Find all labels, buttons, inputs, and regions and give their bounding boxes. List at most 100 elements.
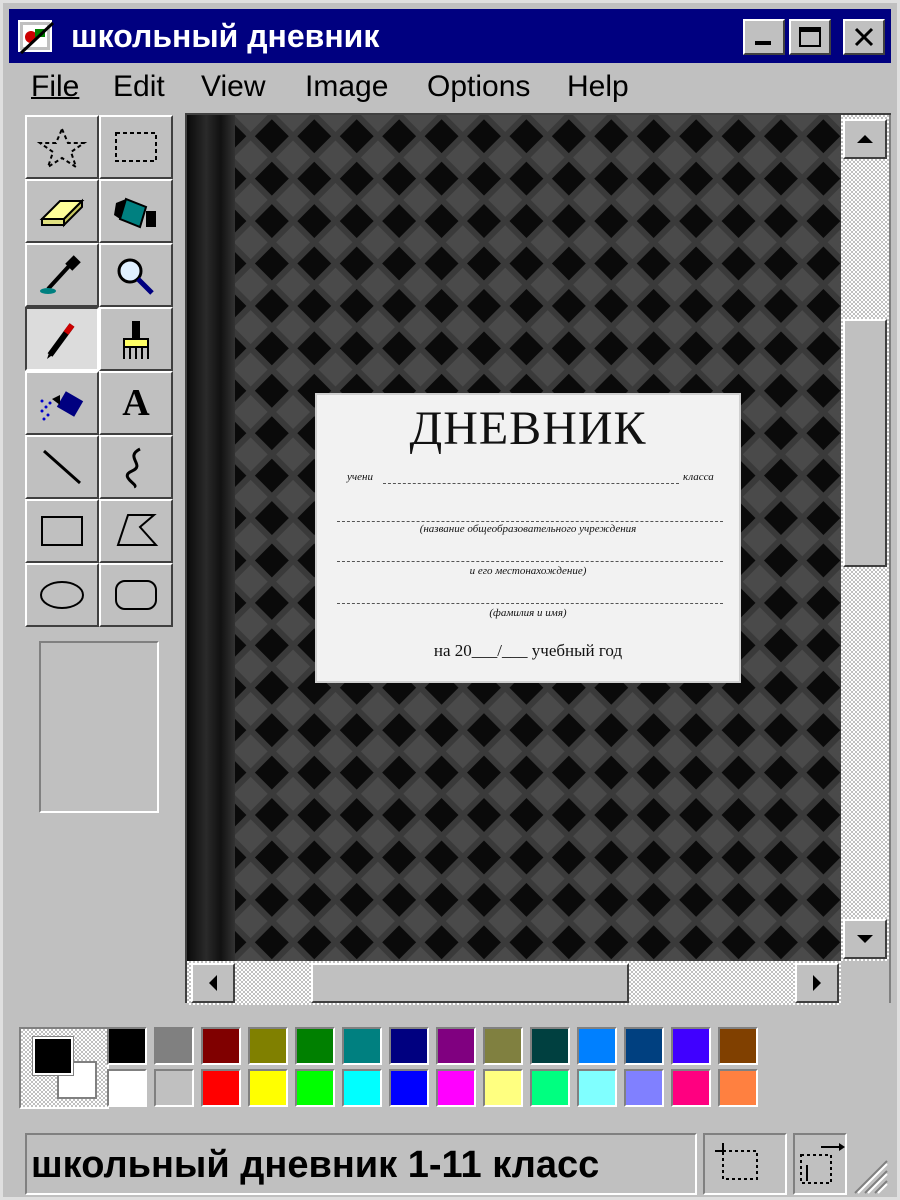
- color-swatch[interactable]: [436, 1027, 476, 1065]
- color-swatch[interactable]: [201, 1069, 241, 1107]
- tool-free-form-select[interactable]: [25, 115, 99, 179]
- line-icon: [43, 449, 81, 485]
- cursor-position-icon: [715, 1143, 758, 1180]
- color-swatch[interactable]: [201, 1027, 241, 1065]
- close-button[interactable]: [843, 19, 885, 55]
- color-swatch[interactable]: [342, 1069, 382, 1107]
- scroll-right-button[interactable]: [795, 963, 839, 1003]
- color-swatch[interactable]: [624, 1069, 664, 1107]
- free-form-select-icon: [36, 126, 88, 169]
- arrow-up-icon: [857, 135, 873, 143]
- color-swatch[interactable]: [718, 1027, 758, 1065]
- scroll-left-button[interactable]: [191, 963, 235, 1003]
- color-swatch[interactable]: [107, 1027, 147, 1065]
- color-swatch[interactable]: [295, 1027, 335, 1065]
- color-swatch[interactable]: [107, 1069, 147, 1107]
- color-swatch[interactable]: [530, 1027, 570, 1065]
- menu-edit[interactable]: Edit: [113, 69, 165, 105]
- color-swatch[interactable]: [483, 1027, 523, 1065]
- color-swatch[interactable]: [577, 1069, 617, 1107]
- tool-options-box[interactable]: [39, 641, 159, 813]
- arrow-left-icon: [209, 975, 217, 991]
- color-swatch[interactable]: [154, 1069, 194, 1107]
- text-icon: A: [122, 382, 150, 424]
- foreground-color[interactable]: [32, 1036, 74, 1076]
- tool-rectangle[interactable]: [25, 499, 99, 563]
- paint-window: школьный дневник File Edit View Image Op…: [0, 0, 900, 1200]
- vertical-scrollbar[interactable]: [841, 115, 889, 961]
- menu-image[interactable]: Image: [305, 69, 388, 105]
- window-title: школьный дневник: [71, 18, 380, 54]
- canvas-area: ДНЕВНИК учени класса (название общеобраз…: [185, 113, 891, 1005]
- curve-icon: [125, 447, 141, 489]
- status-bar: школьный дневник 1-11 класс: [9, 1133, 891, 1197]
- tool-eraser[interactable]: [25, 179, 99, 243]
- status-size-cell: [793, 1133, 847, 1195]
- eyedropper-icon: [40, 255, 81, 294]
- menu-image-label: Image: [305, 70, 389, 103]
- caption-name: (фамилия и имя): [489, 607, 567, 619]
- color-swatch[interactable]: [342, 1027, 382, 1065]
- pencil-icon: [47, 323, 75, 359]
- magnifier-icon: [117, 258, 154, 295]
- maximize-button[interactable]: [789, 19, 831, 55]
- menu-file[interactable]: File: [31, 69, 79, 105]
- color-swatch[interactable]: [671, 1027, 711, 1065]
- arrow-down-icon: [857, 935, 873, 943]
- tool-magnifier[interactable]: [99, 243, 173, 307]
- resize-grip-icon[interactable]: [849, 1155, 889, 1195]
- horizontal-scrollbar[interactable]: [187, 961, 841, 1005]
- tool-rect-select[interactable]: [99, 115, 173, 179]
- class-suffix: класса: [683, 471, 714, 483]
- color-swatch[interactable]: [154, 1027, 194, 1065]
- current-colors[interactable]: [19, 1027, 109, 1109]
- tool-curve[interactable]: [99, 435, 173, 499]
- tool-polygon[interactable]: [99, 499, 173, 563]
- tool-text[interactable]: A: [99, 371, 173, 435]
- tool-brush[interactable]: [99, 307, 173, 371]
- tool-eyedropper[interactable]: [25, 243, 99, 307]
- color-swatch[interactable]: [248, 1027, 288, 1065]
- color-swatch[interactable]: [624, 1027, 664, 1065]
- horizontal-scroll-thumb[interactable]: [311, 963, 629, 1003]
- color-swatch[interactable]: [577, 1027, 617, 1065]
- title-bar[interactable]: школьный дневник: [9, 9, 891, 63]
- color-swatch[interactable]: [248, 1069, 288, 1107]
- tool-pencil[interactable]: [25, 307, 99, 371]
- color-swatch[interactable]: [483, 1069, 523, 1107]
- color-swatch[interactable]: [436, 1069, 476, 1107]
- canvas-image[interactable]: ДНЕВНИК учени класса (название общеобраз…: [187, 115, 841, 961]
- color-swatch[interactable]: [718, 1069, 758, 1107]
- menu-help[interactable]: Help: [567, 69, 629, 105]
- rectangle-icon: [41, 516, 83, 546]
- status-text: школьный дневник 1-11 класс: [25, 1133, 697, 1195]
- menu-edit-label: Edit: [113, 70, 165, 103]
- tool-ellipse[interactable]: [25, 563, 99, 627]
- scroll-up-button[interactable]: [843, 119, 887, 159]
- menu-bar: File Edit View Image Options Help: [9, 65, 891, 111]
- tool-line[interactable]: [25, 435, 99, 499]
- color-swatch[interactable]: [389, 1027, 429, 1065]
- location-line: [337, 561, 723, 562]
- minimize-icon: [755, 41, 771, 45]
- minimize-button[interactable]: [743, 19, 785, 55]
- student-line: [383, 483, 679, 484]
- color-palette: [11, 1019, 891, 1113]
- color-swatch[interactable]: [389, 1069, 429, 1107]
- paint-app-icon: [18, 20, 55, 55]
- menu-view[interactable]: View: [201, 69, 265, 105]
- tool-fill[interactable]: [99, 179, 173, 243]
- vertical-scroll-thumb[interactable]: [843, 319, 887, 567]
- tool-airbrush[interactable]: [25, 371, 99, 435]
- student-prefix: учени: [347, 471, 373, 483]
- color-swatch[interactable]: [530, 1069, 570, 1107]
- polygon-icon: [116, 514, 159, 546]
- color-swatch[interactable]: [671, 1069, 711, 1107]
- menu-options[interactable]: Options: [427, 69, 530, 105]
- scroll-down-button[interactable]: [843, 919, 887, 959]
- scroll-corner: [841, 961, 889, 1005]
- menu-help-label: Help: [567, 70, 629, 103]
- tool-rounded-rect[interactable]: [99, 563, 173, 627]
- color-swatch[interactable]: [295, 1069, 335, 1107]
- brush-icon: [123, 321, 149, 359]
